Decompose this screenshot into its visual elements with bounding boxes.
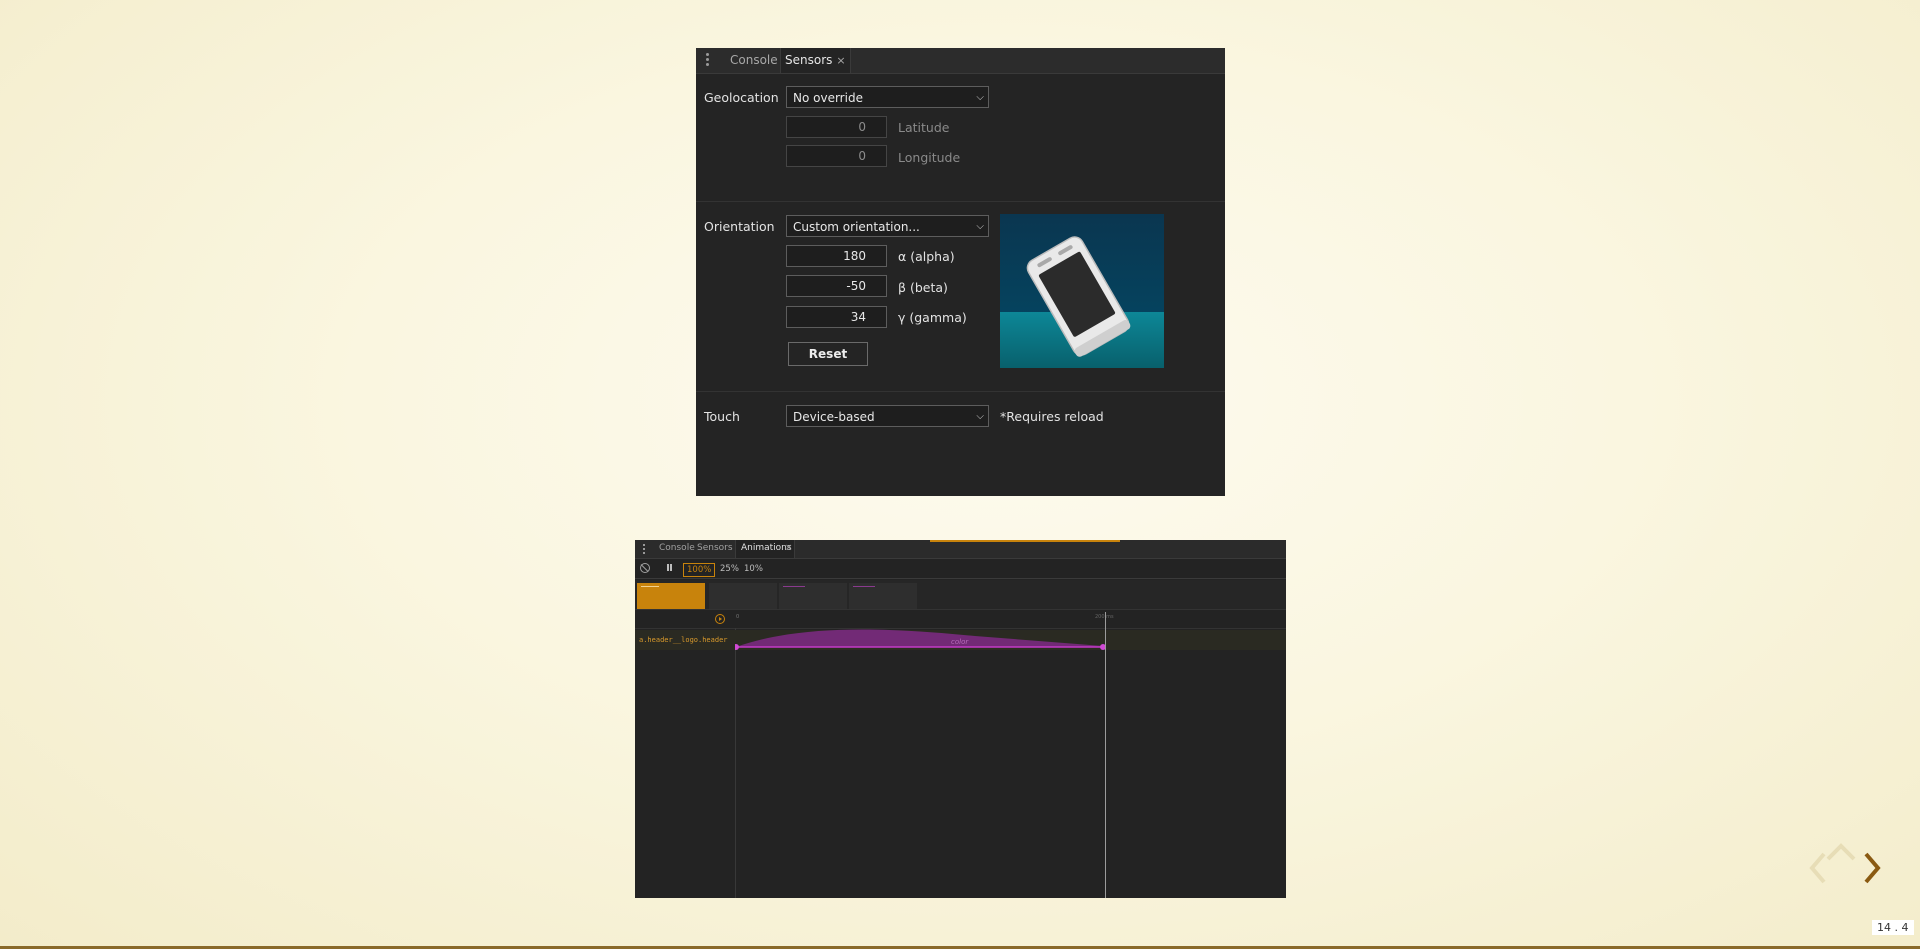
touch-select-value: Device-based [793,410,875,424]
nav-right-button[interactable] [1860,852,1884,884]
latitude-label: Latitude [898,120,950,135]
requires-reload-note: *Requires reload [1000,409,1104,424]
sensors-devtools-panel: Console Sensors × Geolocation No override… [696,48,1225,496]
longitude-input[interactable]: 0 [786,145,887,167]
nav-left-button[interactable] [1808,852,1832,884]
tab-sensors[interactable]: Sensors × [780,48,851,73]
more-vert-icon[interactable] [643,544,645,554]
geolocation-select-value: No override [793,91,863,105]
orientation-label: Orientation [704,219,775,234]
animated-property-label: color [951,638,969,646]
orientation-select[interactable]: Custom orientation... ⌵ [786,215,989,237]
tab-console[interactable]: Console [659,543,695,553]
tab-console[interactable]: Console [730,48,778,73]
tab-sensors-label: Sensors [785,53,833,67]
touch-select[interactable]: Device-based ⌵ [786,405,989,427]
section-divider [696,201,1225,202]
chevron-down-icon: ⌵ [976,221,984,232]
animation-curve[interactable] [733,628,1286,668]
alpha-input[interactable]: 180 [786,245,887,267]
latitude-input[interactable]: 0 [786,116,887,138]
touch-label: Touch [704,409,740,424]
column-divider [735,628,736,898]
gamma-label: γ (gamma) [898,310,967,325]
tab-animations-label: Animations [741,543,792,553]
speed-100-button[interactable]: 100% [683,563,716,577]
progress-highlight [930,540,1120,542]
slide-number: 14 . 4 [1872,920,1914,935]
animations-devtools-panel: Console Sensors Animations × 100% 25% 10… [635,540,1286,898]
phone-orientation-preview[interactable] [1000,214,1164,368]
geolocation-label: Geolocation [704,90,779,105]
chevron-down-icon: ⌵ [976,411,984,422]
replay-icon[interactable] [715,614,725,624]
alpha-label: α (alpha) [898,249,955,264]
tab-sensors[interactable]: Sensors [697,543,733,553]
animation-group[interactable] [849,583,917,609]
animation-selector: a.header__logo.header [639,636,728,644]
clear-icon[interactable] [640,563,650,573]
speed-25-button[interactable]: 25% [717,563,742,575]
reset-button[interactable]: Reset [788,342,868,366]
pause-icon[interactable] [667,564,669,571]
section-divider [696,391,1225,392]
orientation-select-value: Custom orientation... [793,220,920,234]
tab-bar: Console Sensors × [696,48,1225,74]
longitude-label: Longitude [898,150,961,165]
close-icon[interactable]: × [836,54,845,67]
close-icon[interactable]: × [785,543,793,553]
beta-label: β (beta) [898,280,948,295]
more-vert-icon[interactable] [706,53,709,67]
timeline-scrubber[interactable] [1105,612,1106,898]
animation-group-selected[interactable] [637,583,705,609]
gamma-input[interactable]: 34 [786,306,887,328]
animation-group[interactable] [779,583,847,609]
time-start-label: 0 [736,614,740,620]
speed-10-button[interactable]: 10% [741,563,766,575]
geolocation-select[interactable]: No override ⌵ [786,86,989,108]
beta-input[interactable]: -50 [786,275,887,297]
chevron-down-icon: ⌵ [976,92,984,103]
timeline-header [635,610,1286,629]
animation-group[interactable] [709,583,777,609]
